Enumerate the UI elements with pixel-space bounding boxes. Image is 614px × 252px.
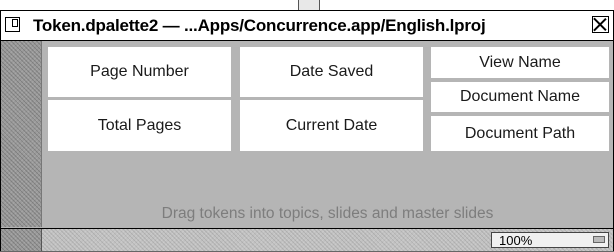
window-menu-icon[interactable]	[5, 17, 20, 32]
title-bar[interactable]: Token.dpalette2 — ...Apps/Concurrence.ap…	[1, 11, 613, 41]
token-document-name[interactable]: Document Name	[431, 82, 609, 112]
zoom-value: 100%	[499, 233, 533, 248]
token-current-date[interactable]: Current Date	[240, 100, 423, 151]
horizontal-scrollbar[interactable]: 100%	[1, 228, 613, 252]
drag-hint-text: Drag tokens into topics, slides and mast…	[161, 205, 494, 222]
token-palette: Page Number Total Pages Date Saved Curre…	[42, 41, 613, 227]
zoom-popup[interactable]: 100%	[491, 232, 609, 248]
palette-window: Token.dpalette2 — ...Apps/Concurrence.ap…	[0, 10, 614, 252]
close-icon[interactable]	[592, 16, 609, 33]
left-sidebar-strip	[1, 41, 42, 227]
zoom-popup-arrow-icon	[593, 236, 605, 243]
scrollbar-left-strip	[1, 229, 42, 252]
token-date-saved[interactable]: Date Saved	[240, 47, 423, 97]
window-title: Token.dpalette2 — ...Apps/Concurrence.ap…	[33, 16, 486, 35]
token-document-path[interactable]: Document Path	[431, 116, 609, 151]
token-total-pages[interactable]: Total Pages	[48, 100, 231, 151]
token-page-number[interactable]: Page Number	[48, 47, 231, 97]
token-view-name[interactable]: View Name	[431, 47, 609, 78]
